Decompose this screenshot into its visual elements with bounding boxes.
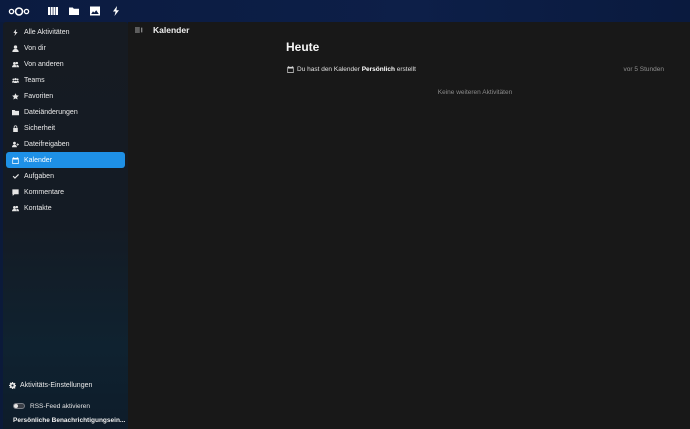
calendar-icon [11, 156, 19, 164]
sidebar-item-von-anderen[interactable]: Von anderen [6, 56, 125, 72]
sidebar-item-kommentare[interactable]: Kommentare [6, 184, 125, 200]
rss-feed-toggle-row[interactable]: RSS-Feed aktivieren [13, 401, 90, 411]
activity-settings-button[interactable]: Aktivitäts-Einstellungen [3, 377, 128, 393]
sidebar-item-label: Teams [24, 76, 45, 84]
calendar-icon [286, 65, 294, 73]
sidebar-item-label: Sicherheit [24, 124, 56, 132]
sidebar-item-kontakte[interactable]: Kontakte [6, 200, 125, 216]
share-icon [11, 140, 19, 148]
menu-collapse-icon [135, 27, 143, 33]
nextcloud-logo[interactable] [4, 0, 34, 22]
sidebar: Alle Aktivitäten Von dir Von anderen Tea… [3, 22, 128, 429]
lightning-icon[interactable] [105, 0, 126, 22]
sidebar-item-label: Von dir [24, 44, 46, 52]
sidebar-item-label: Von anderen [24, 60, 64, 68]
empty-state-text: Keine weiteren Aktivitäten [437, 89, 513, 96]
personal-notification-settings-link[interactable]: Persönliche Benachrichtigungsein... [13, 417, 125, 424]
sidebar-item-label: Alle Aktivitäten [24, 28, 70, 36]
sidebar-item-label: Kontakte [24, 204, 52, 212]
rss-feed-toggle[interactable] [13, 403, 25, 409]
activity-message: Du hast den Kalender Persönlich erstellt [286, 65, 416, 73]
dashboard-icon[interactable] [42, 0, 63, 22]
lock-icon [11, 124, 19, 132]
sidebar-item-aufgaben[interactable]: Aufgaben [6, 168, 125, 184]
check-icon [11, 172, 19, 180]
sidebar-item-label: Kalender [24, 156, 53, 164]
lightning-icon [11, 28, 19, 36]
activity-item: Du hast den Kalender Persönlich erstellt… [286, 63, 664, 75]
activity-text-prefix: Du hast den Kalender [297, 65, 362, 73]
activity-settings-label: Aktivitäts-Einstellungen [20, 381, 93, 389]
sidebar-item-label: Kommentare [24, 188, 65, 196]
sidebar-item-kalender[interactable]: Kalender [6, 152, 125, 168]
gear-icon [8, 381, 16, 389]
activity-timestamp: vor 5 Stunden [623, 65, 664, 73]
activity-calendar-name[interactable]: Persönlich [362, 66, 395, 73]
main-content: Kalender Heute Du hast den Kalender Pers… [128, 22, 690, 429]
sidebar-item-label: Dateiänderungen [24, 108, 78, 116]
toggle-navigation-button[interactable] [129, 22, 149, 38]
sidebar-nav: Alle Aktivitäten Von dir Von anderen Tea… [3, 22, 128, 216]
user-icon [11, 44, 19, 52]
rss-feed-label: RSS-Feed aktivieren [30, 402, 90, 410]
folder-icon[interactable] [63, 0, 84, 22]
sidebar-item-label: Dateifreigaben [24, 140, 70, 148]
folder-icon [11, 108, 19, 116]
sidebar-item-teams[interactable]: Teams [6, 72, 125, 88]
activity-stream: Heute Du hast den Kalender Persönlich er… [286, 40, 664, 96]
teams-icon [11, 76, 19, 84]
sidebar-item-label: Aufgaben [24, 172, 54, 180]
main-header: Kalender [128, 22, 690, 38]
sidebar-item-von-dir[interactable]: Von dir [6, 40, 125, 56]
sidebar-item-favoriten[interactable]: Favoriten [6, 88, 125, 104]
day-heading: Heute [286, 40, 320, 54]
comment-icon [11, 188, 19, 196]
sidebar-item-alle-aktivitaeten[interactable]: Alle Aktivitäten [6, 24, 125, 40]
image-icon[interactable] [84, 0, 105, 22]
sidebar-item-dateiaenderungen[interactable]: Dateiänderungen [6, 104, 125, 120]
users-icon [11, 60, 19, 68]
contacts-icon [11, 204, 19, 212]
page-title: Kalender [153, 25, 190, 35]
app-navigation [42, 0, 126, 22]
sidebar-item-dateifreigaben[interactable]: Dateifreigaben [6, 136, 125, 152]
sidebar-item-label: Favoriten [24, 92, 54, 100]
sidebar-item-sicherheit[interactable]: Sicherheit [6, 120, 125, 136]
star-icon [11, 92, 19, 100]
activity-text-suffix: erstellt [394, 65, 416, 73]
top-header [0, 0, 690, 22]
